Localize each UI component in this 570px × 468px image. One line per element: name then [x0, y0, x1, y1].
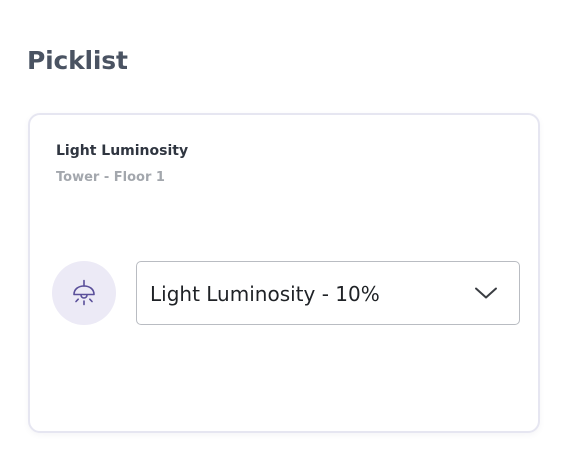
select-value: Light Luminosity - 10%: [150, 282, 380, 306]
card-title: Light Luminosity: [56, 143, 189, 159]
luminosity-select[interactable]: Light Luminosity - 10%: [136, 261, 520, 325]
picklist-page: Picklist Light Luminosity Tower - Floor …: [0, 0, 570, 468]
ceiling-lamp-icon: [73, 279, 95, 306]
page-title: Picklist: [27, 46, 128, 75]
lamp-icon-badge: [52, 261, 116, 325]
card-subtitle: Tower - Floor 1: [56, 170, 165, 185]
chevron-down-icon: [475, 287, 497, 299]
picklist-card: Light Luminosity Tower - Floor 1 Light L…: [28, 113, 540, 433]
